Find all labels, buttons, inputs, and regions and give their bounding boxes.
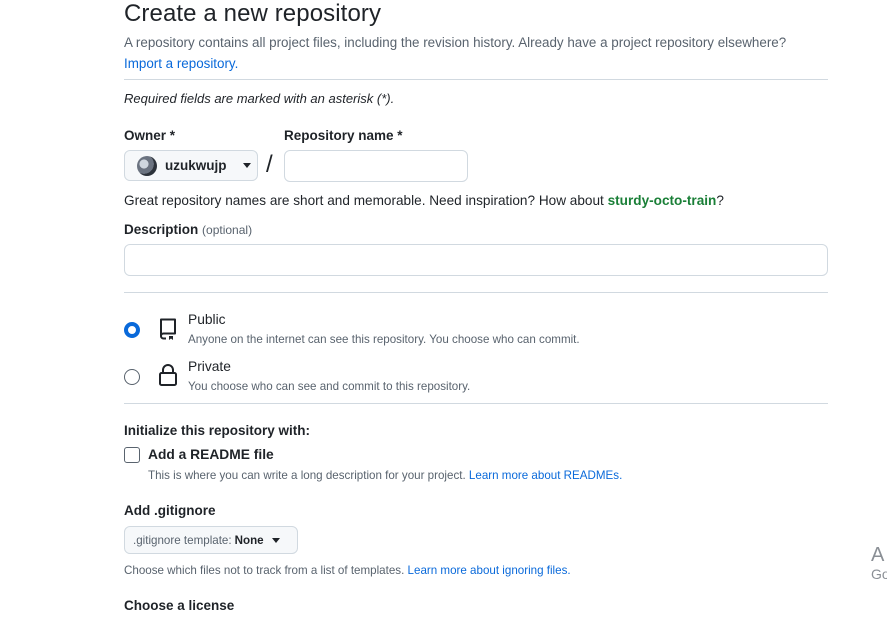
triangle-down-icon <box>242 163 251 168</box>
learn-more-ignoring-files-link[interactable]: Learn more about ignoring files. <box>408 564 571 577</box>
private-description: You choose who can see and commit to thi… <box>188 380 471 393</box>
divider <box>124 79 828 80</box>
private-label: Private <box>188 359 231 374</box>
license-label: Choose a license <box>124 598 235 613</box>
triangle-down-icon <box>271 537 280 543</box>
owner-dropdown-button[interactable]: uzukwujp <box>124 150 258 181</box>
owner-name: uzukwujp <box>165 158 227 173</box>
repository-name-label: Repository name * <box>284 128 403 143</box>
repository-name-hint: Great repository names are short and mem… <box>124 193 724 208</box>
public-description: Anyone on the internet can see this repo… <box>188 333 580 346</box>
gitignore-label: Add .gitignore <box>124 503 216 518</box>
name-suggestion-link[interactable]: sturdy-octo-train <box>608 193 717 208</box>
readme-description-text: This is where you can write a long descr… <box>148 469 466 482</box>
divider <box>124 403 828 404</box>
edge-overlay-line1: A <box>871 544 885 566</box>
owner-repo-separator: / <box>266 151 273 178</box>
description-label-text: Description <box>124 222 199 237</box>
hint-suffix: ? <box>716 193 724 208</box>
required-fields-note: Required fields are marked with an aster… <box>124 91 395 106</box>
learn-more-readmes-link[interactable]: Learn more about READMEs. <box>469 469 622 482</box>
optional-hint: (optional) <box>202 223 253 237</box>
readme-description: This is where you can write a long descr… <box>148 469 622 482</box>
intro-text: A repository contains all project files,… <box>124 32 828 74</box>
import-repository-link[interactable]: Import a repository. <box>124 56 238 71</box>
intro-description: A repository contains all project files,… <box>124 35 787 50</box>
private-radio[interactable] <box>124 369 140 385</box>
lock-icon <box>159 364 177 386</box>
gitignore-description: Choose which files not to track from a l… <box>124 564 571 577</box>
gitignore-template-prefix: .gitignore template: <box>133 533 232 547</box>
divider <box>124 292 828 293</box>
owner-label: Owner * <box>124 128 176 143</box>
page-title: Create a new repository <box>124 0 382 27</box>
description-label: Description (optional) <box>124 222 252 237</box>
edge-overlay-text: A Go <box>871 544 887 582</box>
edge-overlay-line2: Go <box>871 566 887 582</box>
gitignore-template-value: None <box>234 533 264 547</box>
readme-checkbox[interactable] <box>124 447 140 463</box>
gitignore-template-dropdown[interactable]: .gitignore template: None <box>124 526 298 554</box>
hint-text: Great repository names are short and mem… <box>124 193 604 208</box>
repository-name-input[interactable] <box>284 150 468 182</box>
public-label: Public <box>188 312 226 327</box>
repo-icon <box>160 318 176 340</box>
visibility-option-public[interactable]: Public Anyone on the internet can see th… <box>124 310 828 350</box>
readme-label[interactable]: Add a README file <box>148 447 274 462</box>
gitignore-description-text: Choose which files not to track from a l… <box>124 564 405 577</box>
description-input[interactable] <box>124 244 828 276</box>
user-avatar <box>137 155 157 176</box>
public-radio[interactable] <box>124 322 140 338</box>
initialize-section-title: Initialize this repository with: <box>124 423 311 438</box>
visibility-option-private[interactable]: Private You choose who can see and commi… <box>124 357 828 397</box>
create-repository-page: Create a new repository A repository con… <box>0 0 887 617</box>
